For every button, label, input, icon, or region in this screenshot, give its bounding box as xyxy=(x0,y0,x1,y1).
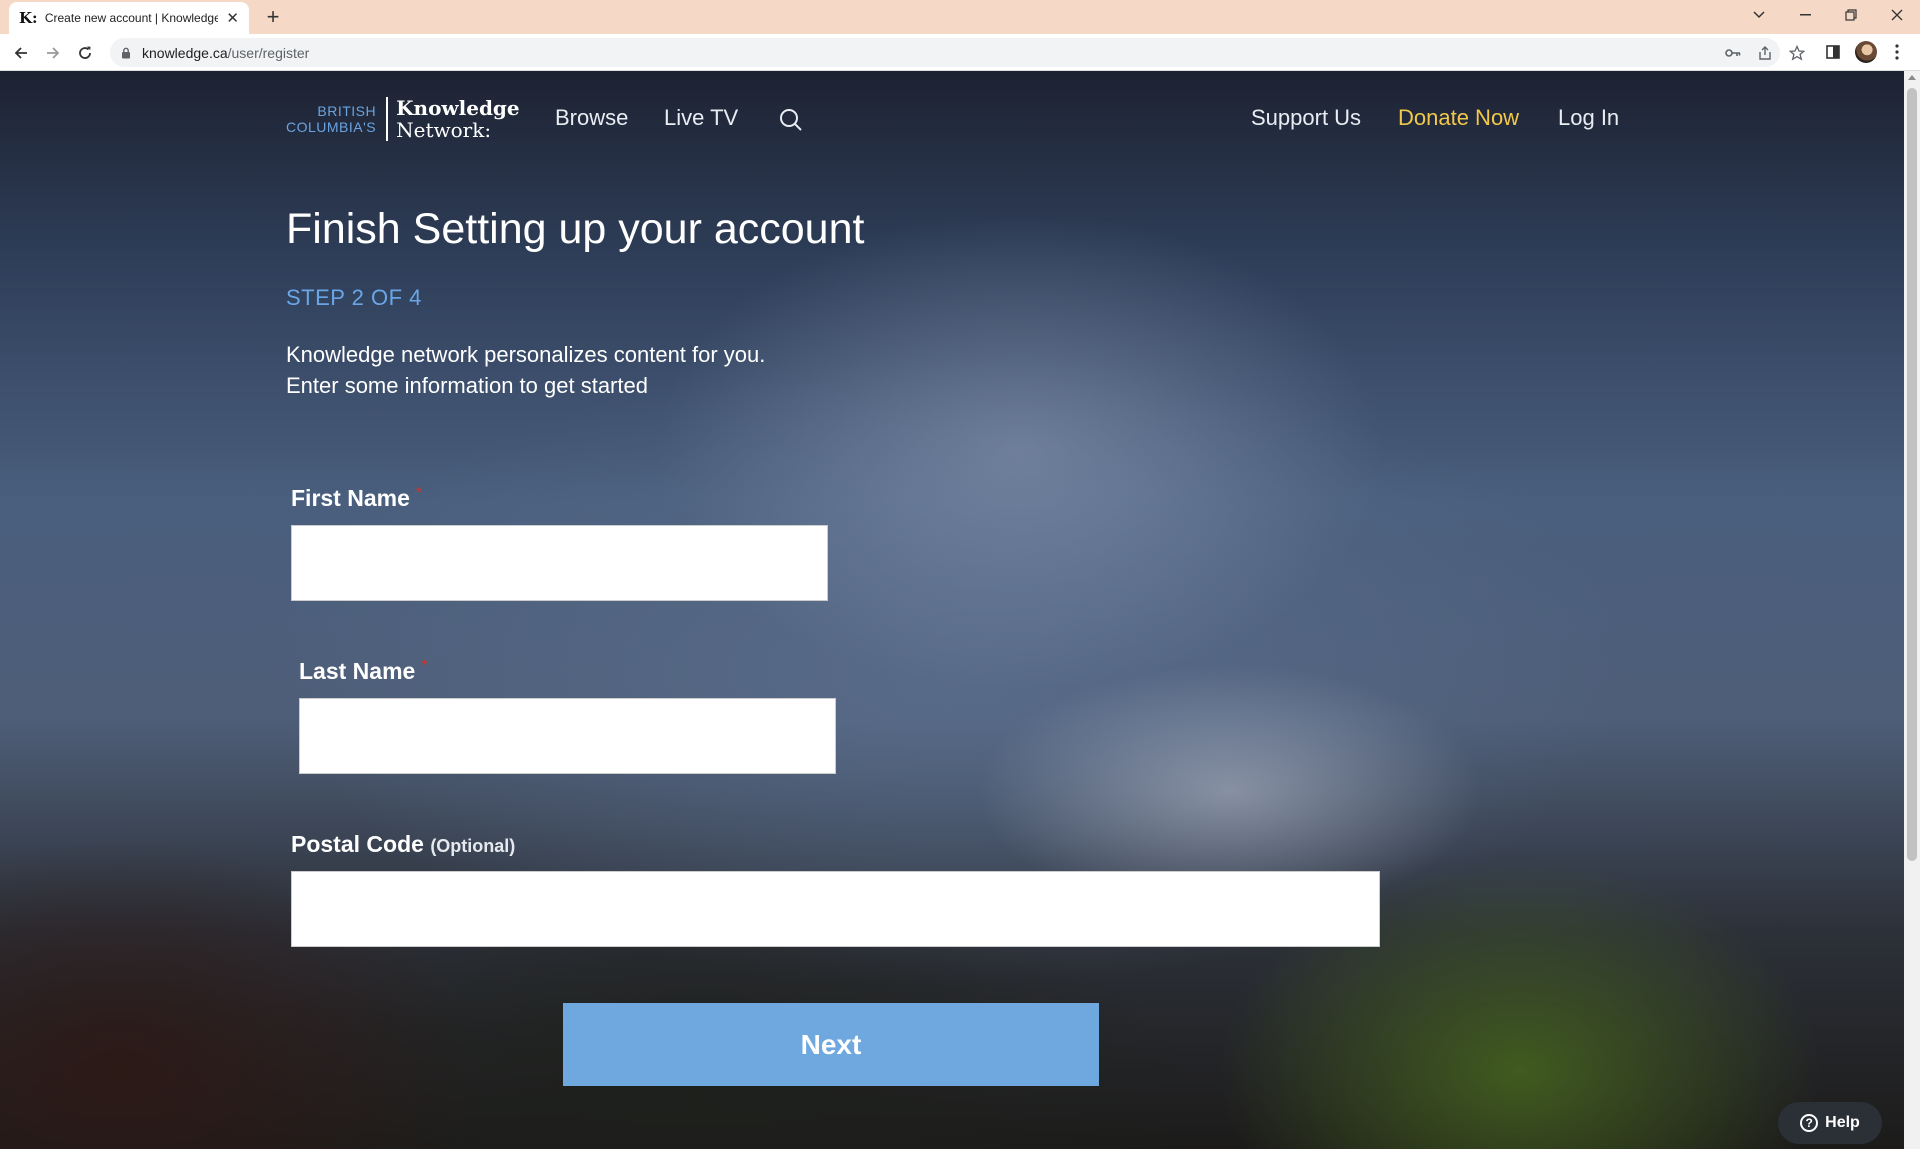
tab-close-icon[interactable]: ✕ xyxy=(226,9,239,27)
search-icon[interactable] xyxy=(778,107,804,133)
browser-tab-strip: K: Create new account | Knowledge ✕ + xyxy=(0,0,1920,34)
reload-button[interactable] xyxy=(72,40,98,66)
scrollbar-thumb[interactable] xyxy=(1907,88,1917,861)
forward-button[interactable] xyxy=(40,40,66,66)
browser-menu-icon[interactable] xyxy=(1887,42,1907,62)
tab-title: Create new account | Knowledge xyxy=(44,11,219,25)
step-indicator: STEP 2 OF 4 xyxy=(286,285,422,310)
site-logo[interactable]: BRITISH COLUMBIA'S Knowledge Network: xyxy=(286,96,520,142)
page-title: Finish Setting up your account xyxy=(286,205,865,253)
page-content: BRITISH COLUMBIA'S Knowledge Network: Br… xyxy=(0,71,1904,1149)
address-bar[interactable]: knowledge.ca/user/register xyxy=(110,38,1805,67)
bookmark-star-icon[interactable] xyxy=(1789,45,1805,61)
site-favicon-icon: K: xyxy=(19,9,38,27)
nav-browse[interactable]: Browse xyxy=(555,105,628,131)
optional-note: (Optional) xyxy=(430,836,516,856)
last-name-label: Last Name * xyxy=(299,658,428,684)
last-name-input[interactable] xyxy=(299,698,836,774)
page-scrollbar[interactable] xyxy=(1904,71,1920,1149)
profile-avatar[interactable] xyxy=(1855,41,1877,63)
required-marker: * xyxy=(421,658,428,675)
new-tab-button[interactable]: + xyxy=(259,3,287,31)
logo-brand-network: Network: xyxy=(396,118,492,142)
intro-text: Knowledge network personalizes content f… xyxy=(286,342,766,398)
nav-support-us[interactable]: Support Us xyxy=(1251,105,1361,131)
nav-live-tv[interactable]: Live TV xyxy=(664,105,738,131)
key-icon[interactable] xyxy=(1725,45,1741,61)
question-circle-icon: ? xyxy=(1800,1114,1819,1132)
close-window-button[interactable] xyxy=(1875,0,1919,30)
logo-brand-knowledge: Knowledge xyxy=(396,96,520,120)
restore-button[interactable] xyxy=(1829,0,1873,30)
browser-tab[interactable]: K: Create new account | Knowledge ✕ xyxy=(9,2,249,34)
required-marker: * xyxy=(415,485,423,502)
scroll-up-arrow-icon[interactable] xyxy=(1908,75,1916,80)
share-icon[interactable] xyxy=(1757,45,1773,61)
next-button[interactable]: Next xyxy=(563,1003,1099,1086)
nav-donate-now[interactable]: Donate Now xyxy=(1398,105,1519,131)
first-name-input[interactable] xyxy=(291,525,828,601)
browser-toolbar: knowledge.ca/user/register xyxy=(0,34,1920,71)
lock-icon[interactable] xyxy=(121,46,131,64)
url-text: knowledge.ca/user/register xyxy=(142,45,310,61)
tab-search-icon[interactable] xyxy=(1737,0,1781,30)
nav-log-in[interactable]: Log In xyxy=(1558,105,1619,131)
postal-code-input[interactable] xyxy=(291,871,1380,947)
side-panel-icon[interactable] xyxy=(1823,42,1843,62)
postal-code-label: Postal Code (Optional) xyxy=(291,831,516,857)
minimize-button[interactable] xyxy=(1783,0,1827,30)
logo-line-columbias: COLUMBIA'S xyxy=(286,119,377,135)
logo-divider xyxy=(386,97,389,141)
logo-line-british: BRITISH xyxy=(317,103,377,119)
first-name-label: First Name * xyxy=(291,485,423,511)
help-label: Help xyxy=(1825,1114,1860,1131)
back-button[interactable] xyxy=(8,40,34,66)
help-button[interactable]: ? Help xyxy=(1778,1102,1882,1144)
